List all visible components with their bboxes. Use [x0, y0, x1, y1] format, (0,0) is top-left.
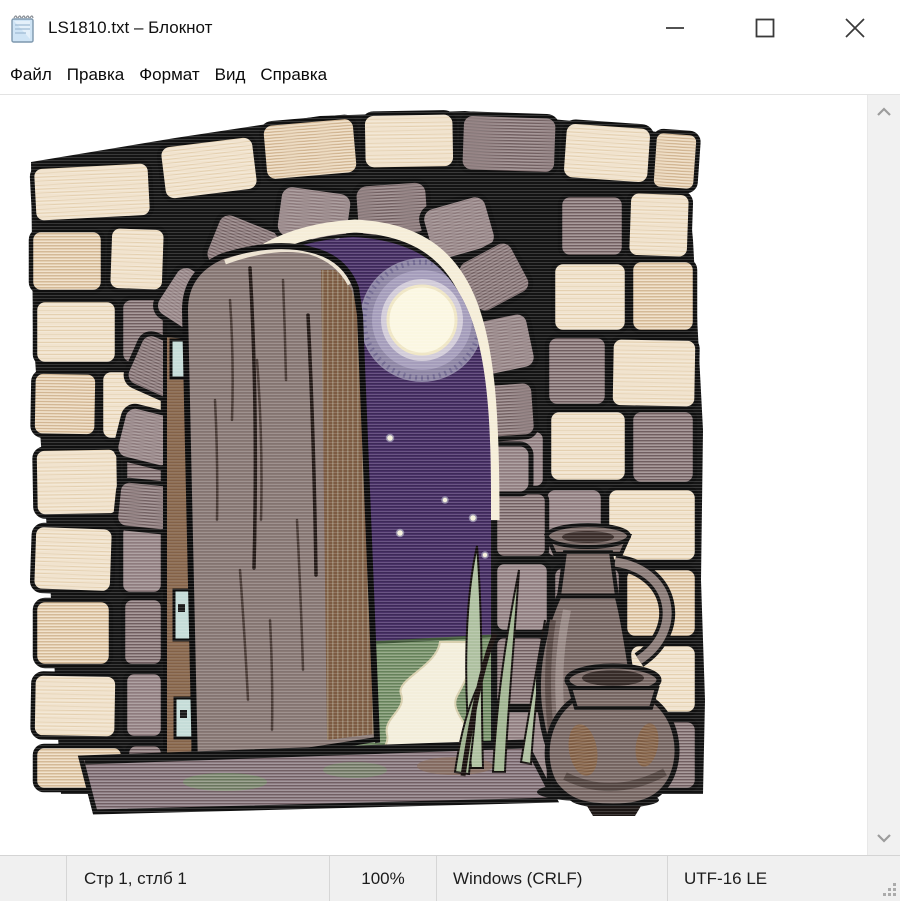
- notepad-icon: [9, 12, 39, 44]
- chevron-down-icon: [876, 833, 892, 843]
- resize-grip[interactable]: [881, 882, 897, 898]
- menu-view[interactable]: Вид: [215, 65, 246, 85]
- status-encoding: UTF-16 LE: [668, 856, 900, 901]
- status-bar: Стр 1, стлб 1 100% Windows (CRLF) UTF-16…: [0, 855, 900, 901]
- status-line-ending: Windows (CRLF): [437, 856, 668, 901]
- vertical-scrollbar[interactable]: [867, 95, 900, 855]
- status-empty-cell: [0, 856, 67, 901]
- window-title: LS1810.txt – Блокнот: [48, 18, 212, 38]
- wooden-door: [185, 246, 377, 768]
- artwork-stone-doorway: [25, 100, 730, 825]
- minimize-button[interactable]: [630, 0, 720, 55]
- chevron-up-icon: [876, 107, 892, 117]
- maximize-button[interactable]: [720, 0, 810, 55]
- minimize-icon: [664, 17, 686, 39]
- menu-edit[interactable]: Правка: [67, 65, 124, 85]
- text-editing-area[interactable]: [0, 95, 900, 855]
- menu-help[interactable]: Справка: [260, 65, 327, 85]
- scroll-up-button[interactable]: [868, 99, 900, 125]
- scroll-down-button[interactable]: [868, 825, 900, 851]
- notepad-window: LS1810.txt – Блокнот Файл Правка Формат …: [0, 0, 900, 900]
- title-bar: LS1810.txt – Блокнот: [0, 0, 900, 55]
- close-button[interactable]: [810, 0, 900, 55]
- menu-format[interactable]: Формат: [139, 65, 199, 85]
- status-cursor-position: Стр 1, стлб 1: [67, 856, 330, 901]
- status-zoom-level: 100%: [330, 856, 437, 901]
- menu-bar: Файл Правка Формат Вид Справка: [0, 55, 900, 95]
- menu-file[interactable]: Файл: [10, 65, 52, 85]
- close-icon: [843, 16, 867, 40]
- maximize-icon: [754, 17, 776, 39]
